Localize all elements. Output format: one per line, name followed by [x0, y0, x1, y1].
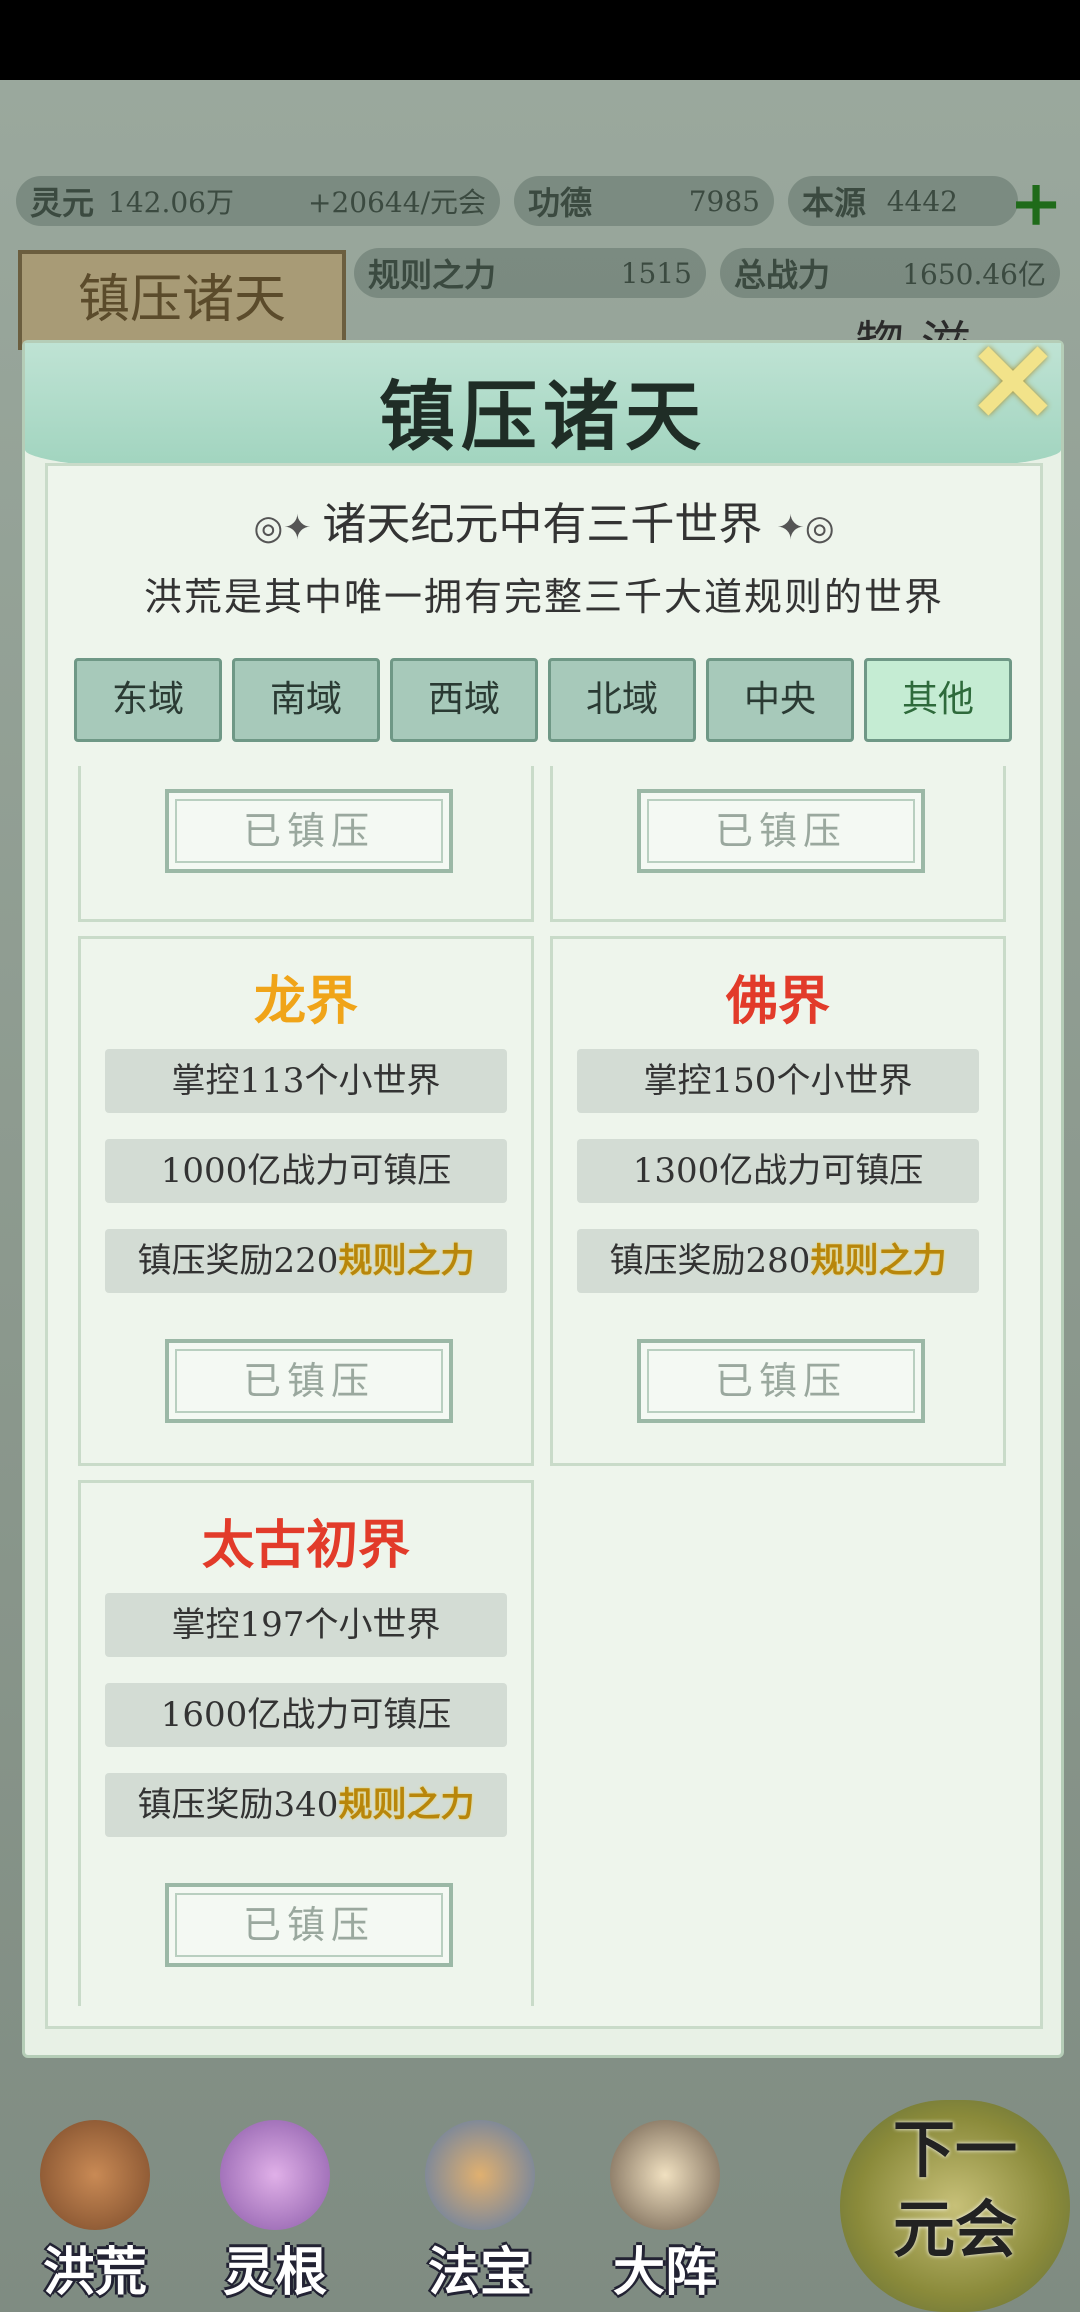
- world-power: 1600亿战力可镇压: [105, 1683, 507, 1747]
- world-control: 掌控113个小世界: [105, 1049, 507, 1113]
- next-era-button[interactable]: 下一 元会: [840, 2100, 1070, 2312]
- world-card: 佛界 掌控150个小世界 1300亿战力可镇压 镇压奖励280规则之力 已镇压: [550, 936, 1006, 1466]
- tab-west[interactable]: 西域: [390, 658, 538, 742]
- treasure-icon: [425, 2120, 535, 2230]
- nav-honghuang[interactable]: 洪荒: [20, 2110, 170, 2312]
- suppress-worlds-dialog: 镇压诸天 ✕ ◎✦ 诸天纪元中有三千世界 ✦◎ 洪荒是其中唯一拥有完整三千大道规…: [22, 328, 1064, 2058]
- suppressed-button[interactable]: 已镇压: [637, 1339, 925, 1423]
- intro-line1: 诸天纪元中有三千世界: [322, 499, 763, 550]
- world-reward: 镇压奖励220规则之力: [105, 1229, 507, 1293]
- ornament-left-icon: ◎✦: [253, 508, 323, 548]
- add-resource-icon[interactable]: +: [1008, 172, 1064, 236]
- zongzhanli-value: 1650.46亿: [902, 258, 1046, 291]
- region-tabs: 东域 南域 西域 北域 中央 其他: [74, 658, 1014, 744]
- gongde-label: 功德: [528, 184, 593, 222]
- ornament-right-icon: ✦◎: [776, 508, 835, 548]
- guize-label: 规则之力: [368, 256, 497, 294]
- lotus-icon: [220, 2120, 330, 2230]
- world-control: 掌控150个小世界: [577, 1049, 979, 1113]
- suppressed-button[interactable]: 已镇压: [165, 1339, 453, 1423]
- next-era-label: 下一 元会: [892, 2113, 1017, 2266]
- nav-label: 大阵: [612, 2242, 717, 2303]
- benyuan-label: 本源: [802, 184, 867, 222]
- world-name: 佛界: [725, 971, 830, 1032]
- suppressed-button[interactable]: 已镇压: [165, 789, 453, 873]
- nav-label: 灵根: [222, 2242, 327, 2303]
- suppressed-button[interactable]: 已镇压: [165, 1883, 453, 1967]
- world-reward: 镇压奖励340规则之力: [105, 1773, 507, 1837]
- tab-north[interactable]: 北域: [548, 658, 696, 742]
- resource-zongzhanli: 总战力 1650.46亿: [720, 248, 1060, 298]
- gongde-value: 7985: [688, 184, 760, 218]
- benyuan-value: 4442: [886, 184, 958, 218]
- intro-line1-row: ◎✦ 诸天纪元中有三千世界 ✦◎: [48, 488, 1040, 552]
- nav-label: 洪荒: [42, 2242, 147, 2303]
- world-power: 1300亿战力可镇压: [577, 1139, 979, 1203]
- world-power: 1000亿战力可镇压: [105, 1139, 507, 1203]
- world-card: 已镇压: [550, 766, 1006, 922]
- suppressed-button[interactable]: 已镇压: [637, 789, 925, 873]
- yin-yang-icon: [610, 2120, 720, 2230]
- reward-unit: 规则之力: [810, 1241, 947, 1281]
- nav-label: 法宝: [427, 2242, 532, 2303]
- resource-benyuan: 本源 4442: [788, 176, 1018, 226]
- tab-south[interactable]: 南域: [232, 658, 380, 742]
- world-card: 已镇压: [78, 766, 534, 922]
- world-list[interactable]: 已镇压 已镇压 龙界 掌控113个小世界 1000亿战力可镇压 镇压奖励220规…: [78, 766, 1038, 2006]
- zongzhanli-label: 总战力: [734, 256, 831, 294]
- reward-text: 镇压奖励340: [137, 1785, 339, 1825]
- intro-line2: 洪荒是其中唯一拥有完整三千大道规则的世界: [143, 575, 944, 619]
- world-name: 龙界: [253, 971, 358, 1032]
- dialog-body: ◎✦ 诸天纪元中有三千世界 ✦◎ 洪荒是其中唯一拥有完整三千大道规则的世界 东域…: [45, 463, 1043, 2029]
- dialog-title: 镇压诸天: [379, 372, 707, 461]
- world-card: 龙界 掌控113个小世界 1000亿战力可镇压 镇压奖励220规则之力 已镇压: [78, 936, 534, 1466]
- nav-linggen[interactable]: 灵根: [200, 2110, 350, 2312]
- tab-center[interactable]: 中央: [706, 658, 854, 742]
- world-card: 太古初界 掌控197个小世界 1600亿战力可镇压 镇压奖励340规则之力 已镇…: [78, 1480, 534, 2006]
- world-control: 掌控197个小世界: [105, 1593, 507, 1657]
- close-icon[interactable]: ✕: [963, 328, 1063, 438]
- world-name: 太古初界: [201, 1515, 410, 1576]
- lingyuan-rate: +20644/元会: [308, 186, 486, 219]
- nav-dazhen[interactable]: 大阵: [590, 2110, 740, 2312]
- resource-lingyuan: 灵元 142.06万 +20644/元会: [16, 176, 500, 226]
- guize-value: 1515: [620, 256, 692, 290]
- nav-fabao[interactable]: 法宝: [405, 2110, 555, 2312]
- reward-unit: 规则之力: [338, 1785, 475, 1825]
- page-banner: 镇压诸天: [18, 250, 346, 350]
- lingyuan-value: 142.06万: [108, 186, 234, 219]
- resource-guize: 规则之力 1515: [354, 248, 706, 298]
- mountain-icon: [40, 2120, 150, 2230]
- reward-text: 镇压奖励220: [137, 1241, 339, 1281]
- tab-east[interactable]: 东域: [74, 658, 222, 742]
- world-reward: 镇压奖励280规则之力: [577, 1229, 979, 1293]
- status-bar: [0, 0, 1080, 80]
- reward-text: 镇压奖励280: [609, 1241, 811, 1281]
- tab-other[interactable]: 其他: [864, 658, 1012, 742]
- reward-unit: 规则之力: [338, 1241, 475, 1281]
- resource-gongde: 功德 7985: [514, 176, 774, 226]
- lingyuan-label: 灵元: [30, 184, 95, 222]
